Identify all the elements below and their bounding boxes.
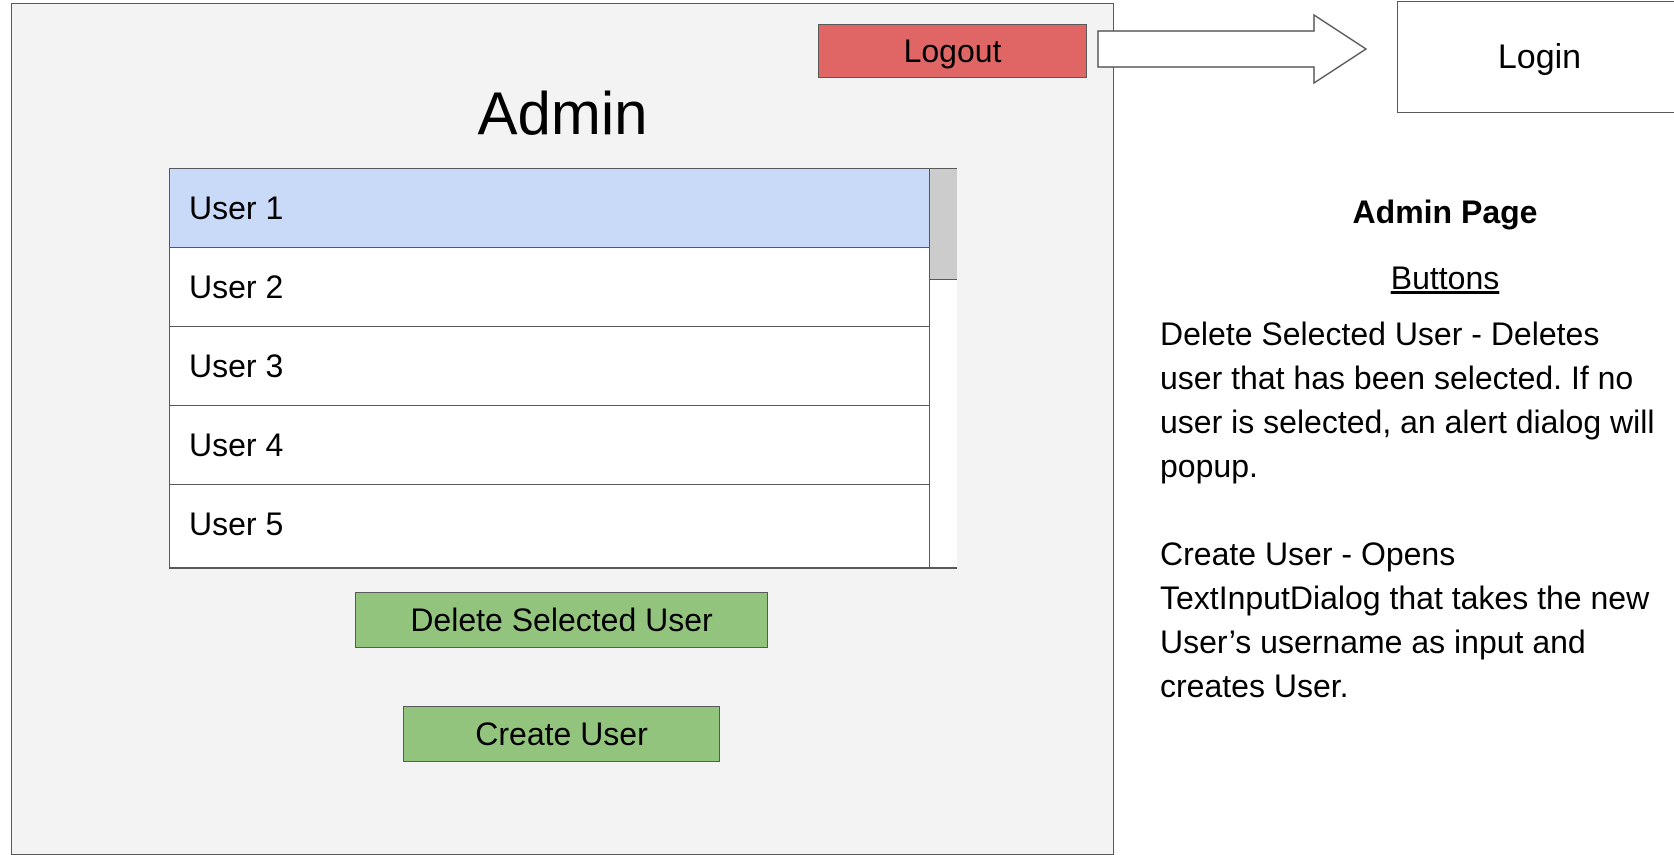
user-list-item[interactable]: User 2 (170, 248, 929, 327)
user-list-item[interactable]: User 3 (170, 327, 929, 406)
notes-subheading: Buttons (1390, 260, 1500, 296)
admin-page-notes: Admin Page Buttons Delete Selected User … (1160, 184, 1660, 708)
notes-heading: Admin Page (1352, 194, 1538, 230)
user-list-item[interactable]: User 4 (170, 406, 929, 485)
login-screen-box: Login (1397, 1, 1674, 113)
page-title: Admin (477, 80, 648, 147)
delete-selected-user-button[interactable]: Delete Selected User (355, 592, 768, 648)
user-list-item[interactable]: User 1 (170, 169, 929, 248)
user-list-item[interactable]: User 5 (170, 485, 929, 564)
user-list[interactable]: User 1 User 2 User 3 User 4 User 5 (169, 168, 957, 569)
scrollbar-thumb[interactable] (930, 169, 957, 280)
right-arrow-icon (1097, 13, 1368, 85)
user-list-rows: User 1 User 2 User 3 User 4 User 5 (170, 169, 929, 564)
create-user-button[interactable]: Create User (403, 706, 720, 762)
logout-button[interactable]: Logout (818, 24, 1087, 78)
create-button-description: Create User - Opens TextInputDialog that… (1160, 536, 1650, 704)
list-scrollbar[interactable] (929, 169, 957, 567)
delete-button-description: Delete Selected User - Deletes user that… (1160, 316, 1655, 484)
